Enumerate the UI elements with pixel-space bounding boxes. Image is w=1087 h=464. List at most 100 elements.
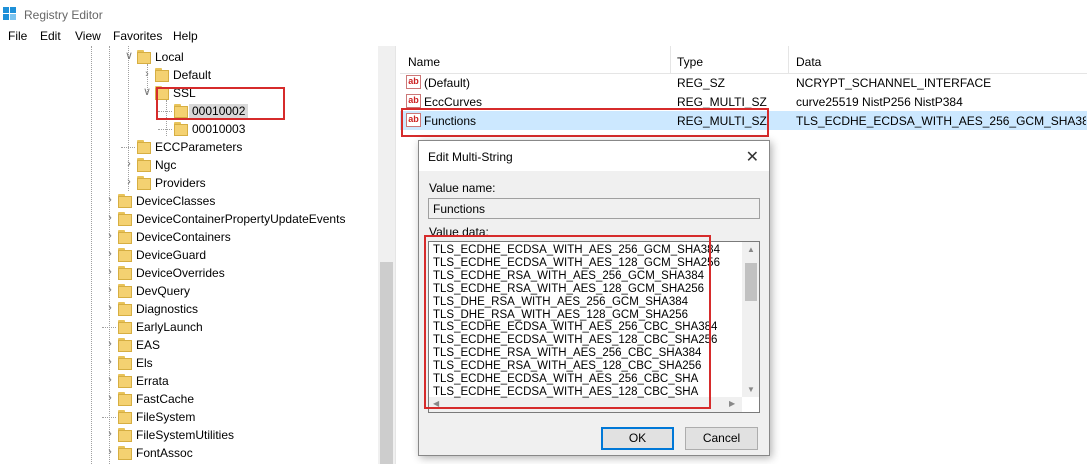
tree-item[interactable]: › DeviceClasses [0,192,380,210]
tree-item[interactable]: › FileSystemUtilities [0,426,380,444]
value-data-scrollbar-thumb[interactable] [745,263,757,301]
value-name-field: Functions [428,198,760,219]
value-name: EccCurves [424,95,483,109]
list-row[interactable]: ab (Default) REG_SZ NCRYPT_SCHANNEL_INTE… [400,73,1087,92]
value-data-line: TLS_ECDHE_RSA_WITH_AES_128_CBC_SHA256 [433,360,702,373]
tree-item[interactable]: › EAS [0,336,380,354]
chevron-right-icon[interactable]: › [104,373,116,387]
tree-item[interactable]: › Default [0,66,380,84]
scroll-right-icon[interactable]: ▶ [729,399,735,408]
list-row[interactable]: ab EccCurves REG_MULTI_SZ curve25519 Nis… [400,92,1087,111]
value-name: (Default) [424,76,471,90]
list-row-selected[interactable]: ab Functions REG_MULTI_SZ TLS_ECDHE_ECDS… [400,111,1087,130]
tree-scrollbar-thumb[interactable] [380,262,393,464]
column-name-header[interactable]: Name [408,55,440,69]
column-separator[interactable] [670,46,671,74]
value-data-hscrollbar[interactable]: ◀ ▶ [429,397,742,412]
tree-item[interactable]: ∨ Local [0,48,380,66]
tree-item[interactable]: › Providers [0,174,380,192]
folder-icon [118,194,132,208]
tree-item-label: Diagnostics [136,302,199,316]
chevron-right-icon[interactable]: › [123,157,135,171]
chevron-right-icon[interactable]: › [141,67,153,81]
folder-icon [155,86,169,100]
chevron-right-icon[interactable]: › [104,391,116,405]
tree-item-label: DeviceContainers [136,230,231,244]
chevron-right-icon[interactable]: › [104,193,116,207]
chevron-right-icon[interactable]: › [123,175,135,189]
tree-item-label: FileSystem [136,410,196,424]
tree-item-label: 00010002 [189,104,249,118]
menu-file[interactable]: File [8,29,27,43]
tree-item[interactable]: › Diagnostics [0,300,380,318]
value-data-line: TLS_DHE_RSA_WITH_AES_128_GCM_SHA256 [433,308,689,321]
folder-icon [137,158,151,172]
chevron-right-icon[interactable]: › [104,355,116,369]
dialog-title-bar[interactable]: Edit Multi-String ✕ [419,141,769,171]
tree-item-label: Ngc [155,158,177,172]
tree-item[interactable]: ECCParameters [0,138,380,156]
tree-guide-line [102,417,116,418]
tree-item-label: DevQuery [136,284,191,298]
value-data-line: TLS_ECDHE_RSA_WITH_AES_256_CBC_SHA384 [433,347,702,360]
value-data-line: TLS_ECDHE_RSA_WITH_AES_256_GCM_SHA384 [433,269,705,282]
tree-item[interactable]: › Ngc [0,156,380,174]
menu-view[interactable]: View [75,29,101,43]
tree-item-label: DeviceGuard [136,248,207,262]
column-separator[interactable] [788,46,789,74]
scroll-up-icon[interactable]: ▲ [747,245,755,254]
chevron-right-icon[interactable]: › [104,427,116,441]
ok-button[interactable]: OK [601,427,674,450]
tree-item[interactable]: 00010003 [0,120,380,138]
tree-item[interactable]: › Errata [0,372,380,390]
folder-icon [118,302,132,316]
chevron-right-icon[interactable]: › [104,229,116,243]
column-data-header[interactable]: Data [796,55,821,69]
chevron-down-icon[interactable]: ∨ [123,49,135,63]
string-value-icon: ab [406,113,421,127]
chevron-right-icon[interactable]: › [104,265,116,279]
chevron-right-icon[interactable]: › [104,247,116,261]
chevron-right-icon[interactable]: › [104,337,116,351]
close-icon[interactable]: ✕ [746,147,759,167]
tree-item[interactable]: › DeviceOverrides [0,264,380,282]
value-data-scrollbar[interactable]: ▲ ▼ [742,242,759,397]
tree-item-label: FastCache [136,392,195,406]
tree-item[interactable]: › FastCache [0,390,380,408]
tree-item[interactable]: › DeviceContainers [0,228,380,246]
tree-item-label: Providers [155,176,206,190]
tree-item[interactable]: › DevQuery [0,282,380,300]
tree-item[interactable]: › FontAssoc [0,444,380,462]
chevron-right-icon[interactable]: › [104,211,116,225]
value-data-textarea[interactable]: ▲ ▼ ◀ ▶ TLS_ECDHE_ECDSA_WITH_AES_256_GCM… [428,241,760,413]
chevron-right-icon[interactable]: › [104,445,116,459]
tree-item[interactable]: ∨ SSL [0,84,380,102]
menu-favorites[interactable]: Favorites [113,29,162,43]
folder-icon [118,392,132,406]
tree-item[interactable]: › DeviceGuard [0,246,380,264]
tree-item[interactable]: › DeviceContainerPropertyUpdateEvents [0,210,380,228]
tree-item[interactable]: › Els [0,354,380,372]
tree-item-label: Default [173,68,212,82]
tree-scrollbar[interactable] [378,46,395,464]
column-type-header[interactable]: Type [677,55,703,69]
folder-icon [118,266,132,280]
scroll-left-icon[interactable]: ◀ [433,399,439,408]
registry-tree[interactable]: ∨ Local › Default ∨ SSL 00010002 00010003 ECCPar… [0,46,396,464]
value-data-line: TLS_DHE_RSA_WITH_AES_256_GCM_SHA384 [433,295,689,308]
value-type: REG_MULTI_SZ [677,114,767,128]
chevron-right-icon[interactable]: › [104,301,116,315]
tree-item[interactable]: 00010002 [0,102,380,120]
tree-item[interactable]: FileSystem [0,408,380,426]
tree-item[interactable]: EarlyLaunch [0,318,380,336]
tree-item-label: Errata [136,374,169,388]
menu-edit[interactable]: Edit [40,29,61,43]
value-data-line: TLS_ECDHE_ECDSA_WITH_AES_128_GCM_SHA256 [433,256,720,269]
chevron-down-icon[interactable]: ∨ [141,85,153,99]
scroll-down-icon[interactable]: ▼ [747,385,755,394]
list-header: Name Type Data [400,46,1087,74]
folder-icon [137,140,151,154]
cancel-button[interactable]: Cancel [685,427,758,450]
menu-help[interactable]: Help [173,29,198,43]
chevron-right-icon[interactable]: › [104,283,116,297]
